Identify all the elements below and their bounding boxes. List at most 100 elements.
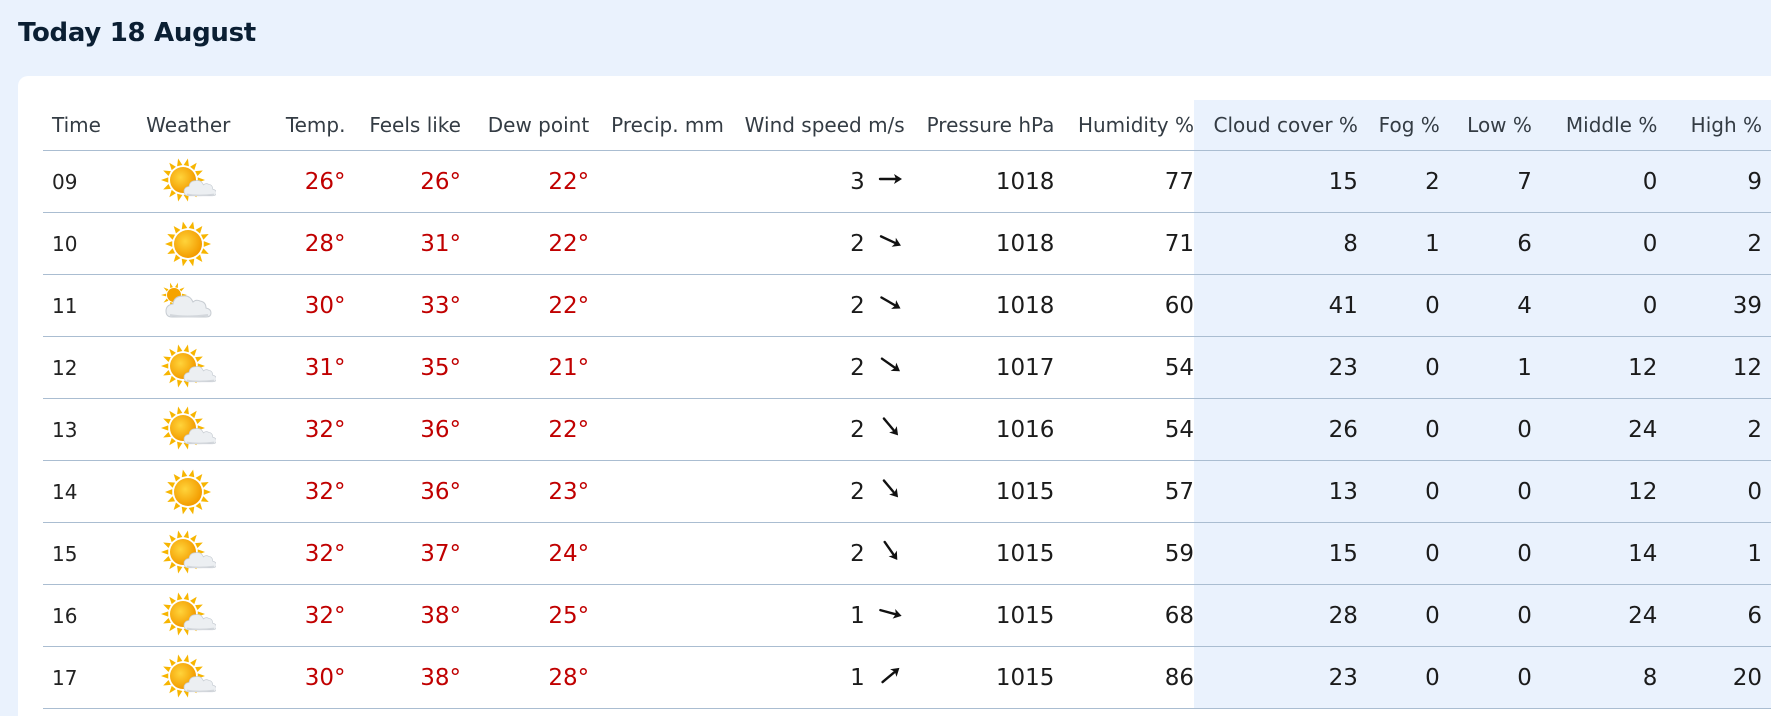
- table-row: 14 32° 36° 23° 2 1015 57 13 0 0 12 0: [43, 460, 1771, 523]
- cloud-cover-cell: 26: [1193, 398, 1358, 461]
- header-high: High %: [1657, 100, 1771, 151]
- pressure-cell: 1018: [904, 274, 1055, 337]
- dew-point-cell: 25°: [460, 584, 590, 647]
- hourly-forecast-card: Time Weather Temp. Feels like Dew point …: [18, 76, 1771, 716]
- humidity-cell: 86: [1054, 646, 1194, 709]
- weather-cell: [129, 584, 247, 647]
- sun-icon: [160, 221, 216, 266]
- sun-cloud-icon: [160, 530, 217, 573]
- pressure-cell: 1016: [904, 398, 1055, 461]
- precipitation-cell: [589, 460, 724, 523]
- weather-cell: [129, 274, 247, 337]
- wind-info: 1: [850, 599, 905, 633]
- time-cell: 16: [43, 584, 130, 647]
- feels-like-cell: 37°: [345, 522, 461, 585]
- weather-cell: [129, 336, 247, 399]
- header-humidity: Humidity %: [1054, 100, 1194, 151]
- table-row: 11 30° 33° 22° 2 1018 60 41 0 4 0 39: [43, 274, 1771, 337]
- table-row: 09 26° 26° 22° 3 1018 77 15 2 7 0 9: [43, 150, 1771, 213]
- feels-like-cell: 38°: [345, 646, 461, 709]
- time-cell: 13: [43, 398, 130, 461]
- fog-cell: 0: [1357, 584, 1440, 647]
- weather-cell: [129, 212, 247, 275]
- arrow-southeast-icon: [877, 475, 905, 509]
- table-row: 10 28° 31° 22° 2 1018 71 8 1 6 0 2: [43, 212, 1771, 275]
- humidity-cell: 71: [1054, 212, 1194, 275]
- sun-cloud-icon: [160, 158, 217, 201]
- fog-cell: 0: [1357, 646, 1440, 709]
- table-row: 12 31° 35° 21° 2 1017 54 23 0 1 12 12: [43, 336, 1771, 399]
- arrow-east-icon: [877, 599, 905, 633]
- time-cell: 17: [43, 646, 130, 709]
- pressure-cell: 1015: [904, 460, 1055, 523]
- high-cloud-cell: 39: [1657, 274, 1771, 337]
- high-cloud-cell: 20: [1657, 646, 1771, 709]
- high-cloud-cell: 9: [1657, 150, 1771, 213]
- header-pressure: Pressure hPa: [904, 100, 1055, 151]
- cloud-cover-cell: 15: [1193, 522, 1358, 585]
- wind-cell: 2: [723, 212, 905, 275]
- arrow-northeast-icon: [877, 661, 905, 695]
- cloud-cover-cell: 8: [1193, 212, 1358, 275]
- wind-cell: 1: [723, 646, 905, 709]
- wind-speed-value: 2: [850, 292, 865, 319]
- low-cloud-cell: 0: [1439, 646, 1532, 709]
- low-cloud-cell: 0: [1439, 522, 1532, 585]
- wind-info: 2: [850, 475, 905, 509]
- cloud-cover-cell: 23: [1193, 336, 1358, 399]
- feels-like-cell: 26°: [345, 150, 461, 213]
- pressure-cell: 1015: [904, 522, 1055, 585]
- wind-cell: 2: [723, 274, 905, 337]
- temp-cell: 28°: [246, 212, 346, 275]
- weather-cell: [129, 522, 247, 585]
- time-cell: 12: [43, 336, 130, 399]
- low-cloud-cell: 0: [1439, 398, 1532, 461]
- table-row: 16 32° 38° 25° 1 1015 68 28 0 0 24 6: [43, 584, 1771, 647]
- table-row: 15 32° 37° 24° 2 1015 59 15 0 0 14 1: [43, 522, 1771, 585]
- feels-like-cell: 33°: [345, 274, 461, 337]
- wind-info: 1: [850, 661, 905, 695]
- wind-speed-value: 2: [850, 416, 865, 443]
- wind-speed-value: 3: [850, 168, 865, 195]
- weather-cell: [129, 150, 247, 213]
- wind-info: 2: [850, 537, 905, 571]
- humidity-cell: 77: [1054, 150, 1194, 213]
- arrow-southeast-icon: [877, 227, 905, 261]
- humidity-cell: 54: [1054, 398, 1194, 461]
- high-cloud-cell: 1: [1657, 522, 1771, 585]
- weather-cell: [129, 646, 247, 709]
- precipitation-cell: [589, 584, 724, 647]
- temp-cell: 26°: [246, 150, 346, 213]
- middle-cloud-cell: 8: [1531, 646, 1658, 709]
- humidity-cell: 54: [1054, 336, 1194, 399]
- fog-cell: 0: [1357, 336, 1440, 399]
- feels-like-cell: 38°: [345, 584, 461, 647]
- header-middle: Middle %: [1531, 100, 1658, 151]
- dew-point-cell: 22°: [460, 274, 590, 337]
- fog-cell: 0: [1357, 398, 1440, 461]
- weather-cell: [129, 460, 247, 523]
- high-cloud-cell: 6: [1657, 584, 1771, 647]
- temp-cell: 32°: [246, 398, 346, 461]
- temp-cell: 32°: [246, 460, 346, 523]
- cloud-sun-icon: [160, 282, 216, 318]
- arrow-southeast-icon: [877, 413, 905, 447]
- middle-cloud-cell: 0: [1531, 150, 1658, 213]
- fog-cell: 2: [1357, 150, 1440, 213]
- pressure-cell: 1018: [904, 212, 1055, 275]
- temp-cell: 30°: [246, 274, 346, 337]
- precipitation-cell: [589, 274, 724, 337]
- wind-speed-value: 2: [850, 354, 865, 381]
- dew-point-cell: 22°: [460, 398, 590, 461]
- humidity-cell: 68: [1054, 584, 1194, 647]
- cloud-cover-cell: 28: [1193, 584, 1358, 647]
- wind-cell: 2: [723, 522, 905, 585]
- wind-info: 2: [850, 351, 905, 385]
- fog-cell: 1: [1357, 212, 1440, 275]
- low-cloud-cell: 6: [1439, 212, 1532, 275]
- sun-icon: [160, 469, 216, 514]
- precipitation-cell: [589, 212, 724, 275]
- dew-point-cell: 22°: [460, 212, 590, 275]
- cloud-cover-cell: 23: [1193, 646, 1358, 709]
- header-fog: Fog %: [1357, 100, 1440, 151]
